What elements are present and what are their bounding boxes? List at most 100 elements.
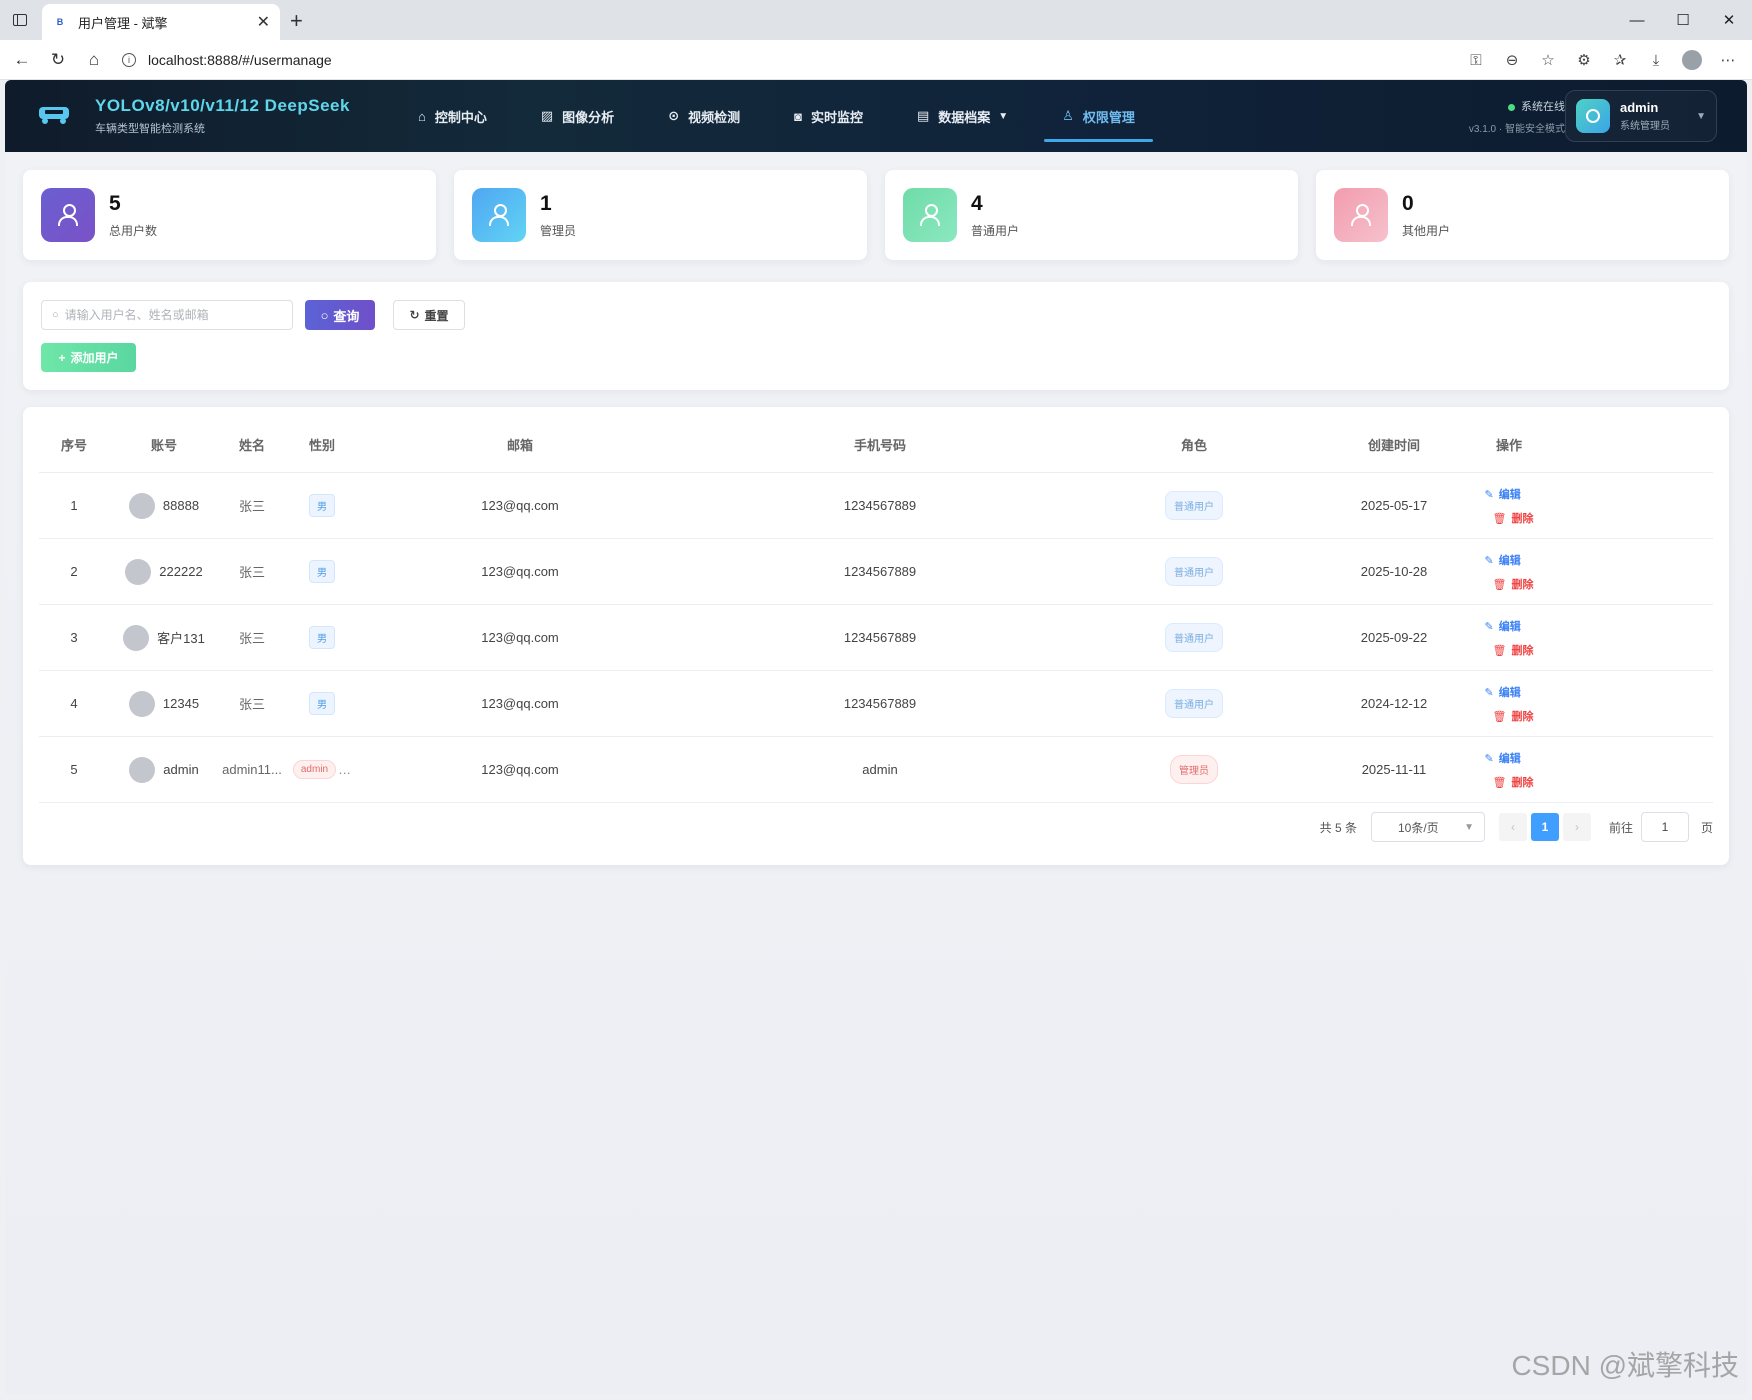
column-header: 创建时间: [1367, 438, 1420, 453]
download-icon[interactable]: ⤓: [1640, 44, 1672, 76]
created-cell: 2025-09-22: [1360, 630, 1428, 645]
nav-label: 数据档案: [938, 109, 991, 125]
favicon-icon: B: [56, 17, 64, 27]
email-cell: 123@qq.com: [481, 498, 559, 513]
home-icon: ⌂: [418, 108, 426, 124]
delete-button[interactable]: 🗑 删除: [1493, 774, 1534, 790]
nav-image-analysis[interactable]: ▨ 图像分析: [523, 80, 632, 152]
role-cell: 普通用户: [1129, 671, 1259, 736]
edit-button[interactable]: ✎ 编辑: [1485, 750, 1521, 766]
favorites-icon[interactable]: ✰: [1604, 44, 1636, 76]
email-cell: 123@qq.com: [481, 696, 559, 711]
nav-permission[interactable]: ♙ 权限管理: [1044, 80, 1153, 152]
row-index: 1: [70, 498, 78, 513]
page-size-select[interactable]: 10条/页 ▼: [1370, 812, 1485, 842]
account-cell: 客户131: [109, 605, 219, 670]
nav-video-detect[interactable]: ⊙ 视频检测: [650, 80, 758, 152]
tab-close-icon[interactable]: ✕: [257, 12, 270, 32]
account-text: 88888: [162, 498, 200, 513]
table-row: 3 客户131 张三 男 123@qq.com 1234567889 普通用户 …: [39, 605, 1713, 671]
edit-button[interactable]: ✎ 编辑: [1485, 684, 1521, 700]
column-header: 邮箱: [506, 438, 533, 453]
nav-realtime-monitor[interactable]: ◙ 实时监控: [776, 80, 881, 152]
refresh-icon[interactable]: ↻: [40, 42, 76, 78]
add-user-button[interactable]: + 添加用户: [41, 343, 136, 372]
phone-cell: admin: [862, 762, 898, 777]
play-circle-icon: ⊙: [668, 108, 680, 123]
row-index: 5: [70, 762, 78, 777]
more-icon[interactable]: ⋯: [1712, 44, 1744, 76]
total-count: 共 5 条: [1319, 820, 1357, 835]
table-row: 4 12345 张三 男 123@qq.com 1234567889 普通用户 …: [39, 671, 1713, 737]
role-cell: 普通用户: [1129, 605, 1259, 670]
user-icon: ♙: [1062, 108, 1074, 123]
prev-page-button[interactable]: ‹: [1498, 813, 1527, 841]
profile-icon[interactable]: [1676, 44, 1708, 76]
stat-card-normal: 4 普通用户: [885, 170, 1298, 260]
goto-page-input[interactable]: 1: [1640, 812, 1689, 842]
reset-label: 重置: [424, 308, 449, 323]
avatar: [128, 690, 155, 717]
avatar: [128, 492, 155, 519]
site-info-icon[interactable]: i: [122, 53, 136, 67]
window-close-icon[interactable]: ✕: [1706, 0, 1752, 40]
actions-cell: ✎ 编辑 🗑 删除: [1459, 671, 1559, 736]
minimize-icon[interactable]: —: [1614, 0, 1660, 40]
new-tab-icon[interactable]: +: [290, 8, 303, 34]
role-cell: 普通用户: [1129, 473, 1259, 538]
bus-logo-icon: [39, 104, 69, 124]
page-number-button[interactable]: 1: [1530, 813, 1559, 841]
trash-icon: 🗑: [1492, 512, 1507, 525]
role-cell: 普通用户: [1129, 539, 1259, 604]
brand-title: YOLOv8/v10/v11/12 DeepSeek: [95, 96, 350, 115]
stat-value: 4: [971, 192, 983, 215]
edit-button[interactable]: ✎ 编辑: [1485, 486, 1521, 502]
search-icon: ○: [52, 309, 59, 321]
stats-row: 5 总用户数 1 管理员 4 普通用户 0 其他用户: [23, 170, 1729, 260]
next-page-button[interactable]: ›: [1562, 813, 1591, 841]
row-index: 4: [70, 696, 78, 711]
actions-cell: ✎ 编辑 🗑 删除: [1459, 737, 1559, 802]
maximize-icon[interactable]: ☐: [1660, 0, 1706, 40]
delete-button[interactable]: 🗑 删除: [1493, 576, 1534, 592]
delete-button[interactable]: 🗑 删除: [1493, 510, 1534, 526]
row-index: 3: [70, 630, 78, 645]
query-button[interactable]: ○ 查询: [305, 300, 375, 330]
chevron-down-icon: ▼: [1464, 821, 1474, 833]
browser-tab[interactable]: B 用户管理 - 斌擎 ✕: [42, 4, 280, 40]
column-header: 账号: [150, 438, 177, 453]
edit-button[interactable]: ✎ 编辑: [1485, 552, 1521, 568]
nav-data-archive[interactable]: ▤ 数据档案 ▼: [899, 80, 1026, 152]
edit-button[interactable]: ✎ 编辑: [1485, 618, 1521, 634]
delete-button[interactable]: 🗑 删除: [1493, 642, 1534, 658]
sex-cell: 男: [287, 473, 357, 538]
url-field[interactable]: i localhost:8888/#/usermanage: [112, 44, 1562, 76]
user-menu[interactable]: admin 系统管理员 ▼: [1565, 90, 1717, 142]
account-text: 客户131: [157, 631, 205, 646]
extensions-icon[interactable]: ⚙: [1568, 44, 1600, 76]
home-browser-icon[interactable]: ⌂: [76, 42, 112, 78]
nav-control-center[interactable]: ⌂ 控制中心: [400, 80, 505, 152]
account-text: admin: [163, 762, 199, 777]
camera-icon: ◙: [794, 108, 802, 124]
actions-cell: ✎ 编辑 🗑 删除: [1459, 473, 1559, 538]
zoom-out-icon[interactable]: ⊖: [1496, 44, 1528, 76]
favorite-star-icon[interactable]: ☆: [1532, 44, 1564, 76]
sex-tag: 男: [309, 626, 335, 649]
phone-cell: 1234567889: [843, 630, 917, 645]
account-cell: 222222: [109, 539, 219, 604]
search-input[interactable]: [64, 308, 275, 322]
reset-button[interactable]: ↻ 重置: [393, 300, 465, 330]
column-header: 手机号码: [853, 438, 906, 453]
row-index: 2: [70, 564, 78, 579]
sex-cell: 男: [287, 605, 357, 670]
sidebar-toggle-icon[interactable]: [0, 0, 40, 40]
created-cell: 2025-05-17: [1360, 498, 1428, 513]
column-header: 姓名: [238, 438, 265, 453]
account-cell: 88888: [109, 473, 219, 538]
back-icon[interactable]: ←: [4, 42, 40, 78]
delete-button[interactable]: 🗑 删除: [1493, 708, 1534, 724]
user-name: admin: [1620, 100, 1659, 115]
name-cell: 张三: [238, 499, 265, 514]
key-icon[interactable]: ⚿: [1460, 44, 1492, 76]
